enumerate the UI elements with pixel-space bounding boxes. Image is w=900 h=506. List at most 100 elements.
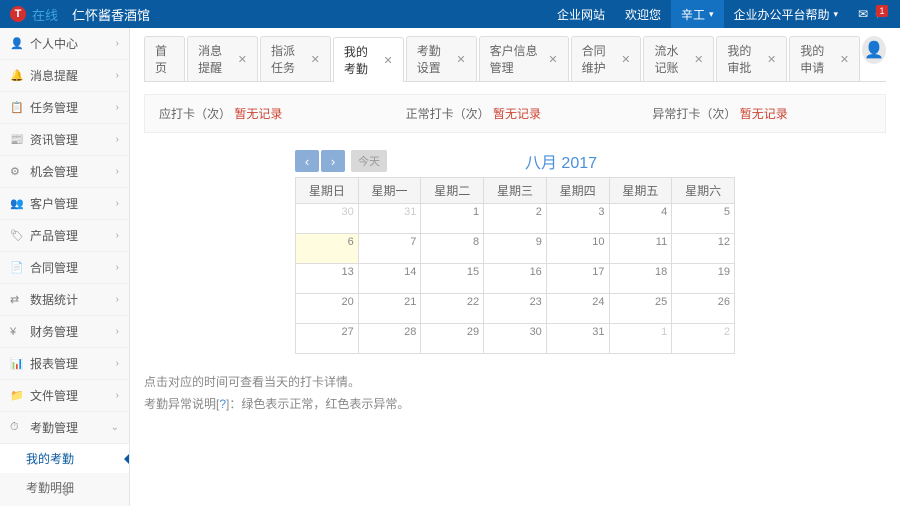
calendar-day[interactable]: 14 (358, 264, 421, 294)
calendar-day[interactable]: 5 (672, 204, 735, 234)
calendar-day[interactable]: 18 (609, 264, 672, 294)
chevron-right-icon: › (116, 326, 119, 337)
header-link-2[interactable]: 辛工▾ (671, 0, 724, 28)
tab-1[interactable]: 消息提醒✕ (187, 36, 258, 81)
sidebar-item-label: 客户管理 (30, 195, 78, 212)
weekday-header: 星期六 (672, 178, 735, 204)
weekday-header: 星期二 (421, 178, 484, 204)
close-icon[interactable]: ✕ (384, 54, 393, 67)
sidebar-item-9[interactable]: ¥财务管理› (0, 316, 129, 348)
calendar-day[interactable]: 30 (484, 324, 547, 354)
calendar-day[interactable]: 31 (358, 204, 421, 234)
sidebar-item-5[interactable]: 👥客户管理› (0, 188, 129, 220)
sidebar-item-0[interactable]: 👤个人中心› (0, 28, 129, 60)
calendar-day[interactable]: 22 (421, 294, 484, 324)
sidebar-icon: 📊 (10, 357, 24, 370)
calendar-day[interactable]: 26 (672, 294, 735, 324)
calendar-day[interactable]: 20 (296, 294, 359, 324)
tab-7[interactable]: 流水记账✕ (643, 36, 714, 81)
logo-icon: T (10, 6, 26, 22)
sidebar-item-3[interactable]: 📰资讯管理› (0, 124, 129, 156)
close-icon[interactable]: ✕ (694, 53, 703, 66)
sidebar-item-1[interactable]: 🔔消息提醒› (0, 60, 129, 92)
calendar-day[interactable]: 27 (296, 324, 359, 354)
sidebar-item-7[interactable]: 📄合同管理› (0, 252, 129, 284)
calendar-day[interactable]: 17 (546, 264, 609, 294)
calendar-day[interactable]: 13 (296, 264, 359, 294)
chevron-right-icon: › (116, 166, 119, 177)
tab-label: 考勤设置 (417, 42, 453, 76)
calendar-day[interactable]: 24 (546, 294, 609, 324)
mail-icon[interactable]: ✉ ▾ 1 (848, 7, 890, 21)
calendar-day[interactable]: 21 (358, 294, 421, 324)
tab-9[interactable]: 我的申请✕ (789, 36, 860, 81)
sidebar-item-10[interactable]: 📊报表管理› (0, 348, 129, 380)
prev-month-button[interactable]: ‹ (295, 150, 319, 172)
calendar-day[interactable]: 10 (546, 234, 609, 264)
chevron-right-icon: › (116, 102, 119, 113)
calendar-day[interactable]: 2 (484, 204, 547, 234)
calendar-day[interactable]: 6 (296, 234, 359, 264)
calendar-day[interactable]: 4 (609, 204, 672, 234)
tab-5[interactable]: 客户信息管理✕ (479, 36, 569, 81)
sidebar-item-12[interactable]: ⏱考勤管理⌄ (0, 412, 129, 444)
close-icon[interactable]: ✕ (456, 53, 465, 66)
header-link-0[interactable]: 企业网站 (547, 0, 615, 28)
header-link-3[interactable]: 企业办公平台帮助▾ (724, 0, 849, 28)
today-button[interactable]: 今天 (351, 150, 387, 172)
sidebar-item-6[interactable]: 🏷产品管理› (0, 220, 129, 252)
chevron-right-icon: › (116, 198, 119, 209)
stats-row: 应打卡（次） 暂无记录正常打卡（次） 暂无记录异常打卡（次） 暂无记录 (144, 94, 886, 133)
tab-label: 我的审批 (727, 42, 763, 76)
tab-6[interactable]: 合同维护✕ (571, 36, 642, 81)
calendar-day[interactable]: 19 (672, 264, 735, 294)
sidebar-item-4[interactable]: ⚙机会管理› (0, 156, 129, 188)
sidebar-item-2[interactable]: 📋任务管理› (0, 92, 129, 124)
calendar-day[interactable]: 28 (358, 324, 421, 354)
avatar[interactable]: 👤 (862, 36, 886, 64)
calendar-day[interactable]: 31 (546, 324, 609, 354)
calendar-day[interactable]: 15 (421, 264, 484, 294)
tab-8[interactable]: 我的审批 ✕ (716, 36, 787, 81)
tab-2[interactable]: 指派任务✕ (260, 36, 331, 81)
tab-0[interactable]: 首页 (144, 36, 185, 81)
calendar-title: 八月 2017 (387, 149, 735, 173)
chevron-down-icon: ▾ (834, 9, 839, 20)
next-month-button[interactable]: › (321, 150, 345, 172)
close-icon[interactable]: ✕ (621, 53, 630, 66)
calendar-day[interactable]: 7 (358, 234, 421, 264)
sidebar-item-8[interactable]: ⇄数据统计› (0, 284, 129, 316)
tab-4[interactable]: 考勤设置✕ (406, 36, 477, 81)
stat-label: 正常打卡（次） (406, 107, 490, 121)
calendar-day[interactable]: 1 (609, 324, 672, 354)
calendar-day[interactable]: 23 (484, 294, 547, 324)
calendar-day[interactable]: 1 (421, 204, 484, 234)
calendar-day[interactable]: 3 (546, 204, 609, 234)
calendar-day[interactable]: 9 (484, 234, 547, 264)
help-text: 点击对应的时间可查看当天的打卡详情。 考勤异常说明[?]：绿色表示正常，红色表示… (144, 372, 886, 415)
calendar-day[interactable]: 8 (421, 234, 484, 264)
close-icon[interactable]: ✕ (840, 53, 849, 66)
close-icon[interactable]: ✕ (767, 53, 776, 66)
calendar-day[interactable]: 29 (421, 324, 484, 354)
tab-3[interactable]: 我的考勤✕ (333, 37, 404, 82)
calendar-day[interactable]: 25 (609, 294, 672, 324)
expand-handle-icon[interactable]: ⇕ (60, 483, 72, 500)
sidebar-icon: 📋 (10, 101, 24, 114)
sidebar-sub-2[interactable]: 考勤汇总 (0, 502, 129, 506)
calendar-day[interactable]: 12 (672, 234, 735, 264)
chevron-right-icon: › (116, 70, 119, 81)
close-icon[interactable]: ✕ (548, 53, 557, 66)
header-link-1[interactable]: 欢迎您 (615, 0, 671, 28)
sidebar-item-11[interactable]: 📁文件管理› (0, 380, 129, 412)
close-icon[interactable]: ✕ (238, 53, 247, 66)
calendar-day[interactable]: 2 (672, 324, 735, 354)
sidebar-item-label: 合同管理 (30, 259, 78, 276)
calendar-day[interactable]: 30 (296, 204, 359, 234)
sidebar-sub-0[interactable]: 我的考勤 (0, 444, 129, 473)
weekday-header: 星期日 (296, 178, 359, 204)
calendar-day[interactable]: 16 (484, 264, 547, 294)
help-line-1: 点击对应的时间可查看当天的打卡详情。 (144, 372, 886, 394)
close-icon[interactable]: ✕ (311, 53, 320, 66)
calendar-day[interactable]: 11 (609, 234, 672, 264)
